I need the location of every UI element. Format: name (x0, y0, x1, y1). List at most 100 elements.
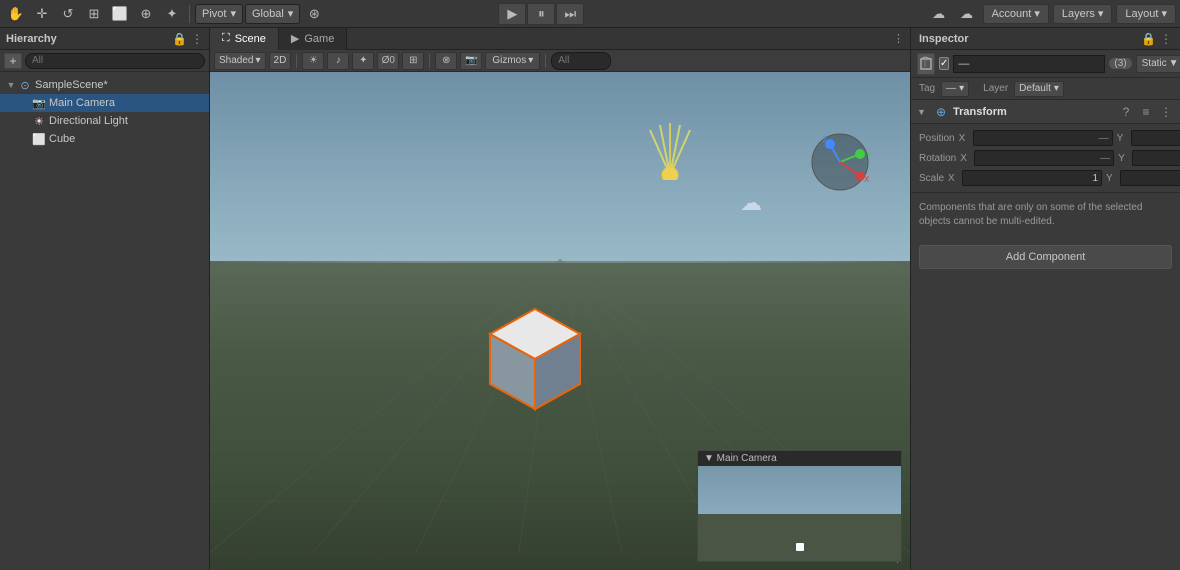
inspector-tab-icons: 🔒 ⋮ (1141, 32, 1172, 46)
position-x-input[interactable] (973, 130, 1113, 146)
lights-btn[interactable]: ☀ (302, 52, 324, 70)
scene-options-btn[interactable]: ⊞ (402, 52, 424, 70)
light-name-label: Directional Light (49, 115, 128, 127)
global-arrow-icon: ▾ (288, 7, 294, 20)
scene-game-tab-bar: ⛶ Scene ▶ Game ⋮ (210, 28, 910, 50)
scale-y-axis: Y (1106, 173, 1118, 184)
gizmos-dropdown[interactable]: Gizmos ▾ (485, 52, 540, 70)
move-tool-btn[interactable]: ✛ (30, 3, 54, 25)
scene-cam-btn[interactable]: 📷 (460, 52, 482, 70)
layer-dropdown[interactable]: Default ▾ (1014, 81, 1064, 97)
pause-button[interactable]: ⏸ (527, 3, 555, 25)
hand-tool-btn[interactable]: ✋ (4, 3, 28, 25)
hierarchy-search-input[interactable] (25, 53, 205, 69)
scene-tab-label: Scene (235, 33, 266, 45)
sun-visual (645, 120, 695, 183)
scene-tab-more-icon[interactable]: ⋮ (887, 32, 910, 45)
global-dropdown[interactable]: Global ▾ (245, 4, 300, 24)
rotate-tool-btn[interactable]: ↺ (56, 3, 80, 25)
custom-tool-btn[interactable]: ✦ (160, 3, 184, 25)
rotation-y-input[interactable] (1132, 150, 1180, 166)
scene-viewport[interactable]: ☁ Z (210, 72, 910, 570)
extra-tool-btn[interactable]: ⊛ (302, 3, 326, 25)
scene-tab[interactable]: ⛶ Scene (210, 28, 279, 50)
hierarchy-scene-item[interactable]: ▼ ⊙ SampleScene* (0, 76, 209, 94)
scale-label: Scale (919, 173, 944, 184)
pivot-dropdown[interactable]: Pivot ▾ (195, 4, 243, 24)
play-controls: ▶ ⏸ ⏭ (498, 3, 584, 25)
transform-component-label: Transform (953, 106, 1114, 118)
hierarchy-camera-item[interactable]: ▶ 📷 Main Camera (0, 94, 209, 112)
collab-icon[interactable]: ☁ (927, 3, 951, 25)
camera-preview-panel: ▼ Main Camera (697, 450, 902, 562)
layers-arrow-icon: ▾ (1098, 7, 1104, 20)
static-dropdown[interactable]: Static ▼ (1136, 55, 1180, 73)
scene-controls-bar: Shaded ▾ 2D ☀ ♪ ✦ Ø0 ⊞ ⊗ 📷 Gizmos ▾ (210, 50, 910, 72)
camera-preview-label: ▼ Main Camera (704, 453, 777, 464)
hierarchy-lock-icon[interactable]: 🔒 (172, 32, 187, 46)
position-row: Position X Y Z (919, 128, 1172, 148)
cloud-visual: ☁ (740, 190, 762, 216)
position-y-axis: Y (1117, 133, 1129, 144)
transform-preset-btn[interactable]: ≡ (1138, 104, 1154, 120)
audio-btn[interactable]: ♪ (327, 52, 349, 70)
tag-dropdown[interactable]: — ▾ (941, 81, 969, 97)
game-tab-icon: ▶ (291, 32, 299, 45)
game-tab[interactable]: ▶ Game (279, 28, 347, 50)
position-x-field: X (959, 130, 1113, 146)
hierarchy-add-button[interactable]: + (4, 53, 22, 69)
scale-tool-btn[interactable]: ⊞ (82, 3, 106, 25)
position-label: Position (919, 133, 955, 144)
transform-menu-btn[interactable]: ⋮ (1158, 104, 1174, 120)
pivot-label: Pivot (202, 8, 226, 20)
camera-name-label: Main Camera (49, 97, 115, 109)
2d-mode-btn[interactable]: 2D (269, 52, 292, 70)
gizmos-arrow-icon: ▾ (528, 55, 533, 66)
layout-dropdown[interactable]: Layout ▾ (1116, 4, 1176, 24)
transform-collapse-arrow: ▼ (917, 107, 929, 117)
scale-y-input[interactable] (1120, 170, 1180, 186)
scene-cube-container (480, 304, 590, 422)
hierarchy-menu-icon[interactable]: ⋮ (191, 32, 203, 46)
rotation-x-input[interactable] (974, 150, 1114, 166)
step-button[interactable]: ⏭ (556, 3, 584, 25)
fx-btn[interactable]: ✦ (352, 52, 374, 70)
global-label: Global (252, 8, 284, 20)
hierarchy-tab-icons: 🔒 ⋮ (172, 32, 203, 46)
shading-dropdown[interactable]: Shaded ▾ (214, 52, 266, 70)
hierarchy-light-item[interactable]: ▶ ☀ Directional Light (0, 112, 209, 130)
pivot-arrow-icon: ▾ (230, 7, 236, 20)
layers-dropdown[interactable]: Layers ▾ (1053, 4, 1113, 24)
position-y-input[interactable] (1131, 130, 1180, 146)
play-button[interactable]: ▶ (498, 3, 526, 25)
object-icon-box (917, 53, 935, 75)
rotation-y-field: Y (1118, 150, 1180, 166)
account-dropdown[interactable]: Account ▾ (983, 4, 1049, 24)
inspector-menu-icon[interactable]: ⋮ (1160, 32, 1172, 46)
object-active-checkbox[interactable] (939, 57, 949, 70)
top-right-controls: ☁ ☁ Account ▾ Layers ▾ Layout ▾ (927, 3, 1176, 25)
scene-search-input[interactable] (551, 52, 611, 70)
transform-tool-btn[interactable]: ⊕ (134, 3, 158, 25)
object-name-input[interactable] (953, 55, 1105, 73)
inspector-lock-icon[interactable]: 🔒 (1141, 32, 1156, 46)
account-arrow-icon: ▾ (1034, 7, 1040, 20)
cam-preview-sky (698, 466, 901, 518)
rotation-label: Rotation (919, 153, 956, 164)
scale-x-input[interactable] (962, 170, 1102, 186)
rect-tool-btn[interactable]: ⬜ (108, 3, 132, 25)
hierarchy-tab-bar: Hierarchy 🔒 ⋮ (0, 28, 209, 50)
transform-help-btn[interactable]: ? (1118, 104, 1134, 120)
top-toolbar: ✋ ✛ ↺ ⊞ ⬜ ⊕ ✦ Pivot ▾ Global ▾ ⊛ ▶ ⏸ ⏭ ☁… (0, 0, 1180, 28)
cloud-icon[interactable]: ☁ (955, 3, 979, 25)
sc-btn-0[interactable]: Ø0 (377, 52, 399, 70)
layer-label: Layer (983, 83, 1008, 94)
hierarchy-cube-item[interactable]: ▶ ⬜ Cube (0, 130, 209, 148)
layer-value: Default (1019, 83, 1051, 94)
transform-component-header[interactable]: ▼ ⊕ Transform ? ≡ ⋮ (911, 100, 1180, 124)
static-arrow-icon: ▼ (1169, 58, 1179, 69)
scene-name-label: SampleScene* (35, 79, 108, 91)
scene-fx-btn[interactable]: ⊗ (435, 52, 457, 70)
add-component-button[interactable]: Add Component (919, 245, 1172, 269)
cam-preview-indicator (796, 543, 804, 551)
